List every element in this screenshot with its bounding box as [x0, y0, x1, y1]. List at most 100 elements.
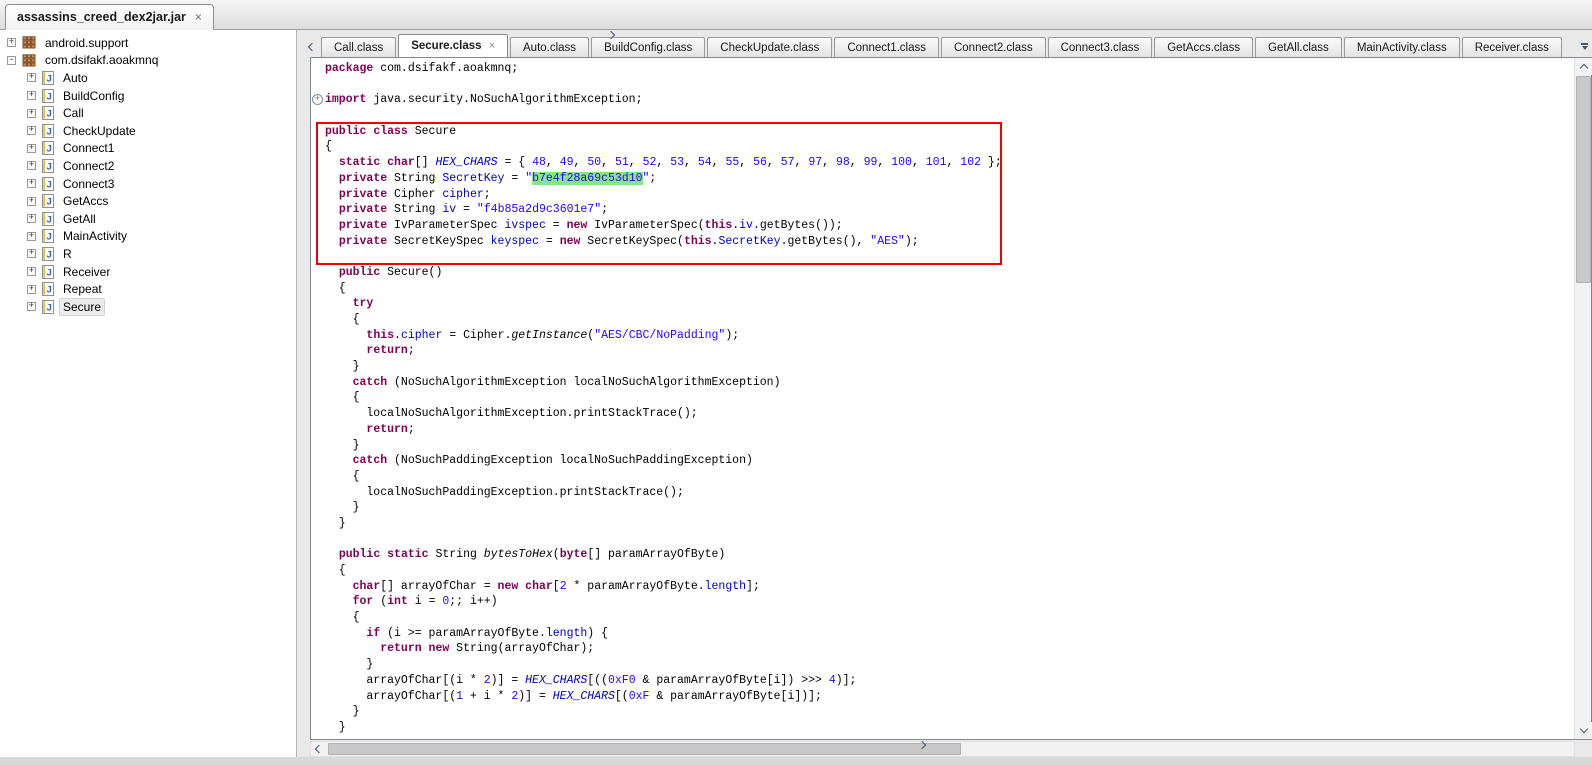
tab-list-button[interactable] [1577, 37, 1592, 56]
tree-item-call[interactable]: + J Call [0, 104, 296, 122]
tab-checkupdate-class[interactable]: CheckUpdate.class [707, 37, 832, 57]
tab-list-icon [1581, 43, 1588, 50]
expand-icon[interactable]: + [27, 144, 36, 153]
svg-text:J: J [47, 302, 52, 313]
svg-text:J: J [47, 249, 52, 260]
code-line: public static String bytesToHex(byte[] p… [325, 547, 1574, 563]
expand-icon[interactable]: + [27, 179, 36, 188]
jar-tab[interactable]: assassins_creed_dex2jar.jar × [5, 4, 214, 30]
expand-icon[interactable]: + [27, 267, 36, 276]
tab-mainactivity-class[interactable]: MainActivity.class [1344, 37, 1460, 57]
expand-import-icon[interactable]: + [312, 94, 323, 105]
code-editor: + package com.dsifakf.aoakmnq;import jav… [310, 57, 1592, 740]
java-class-icon: J [42, 300, 54, 314]
code-line: private Cipher cipher; [325, 187, 1574, 203]
expand-icon[interactable]: + [27, 302, 36, 311]
tree-item-auto[interactable]: + J Auto [0, 69, 296, 87]
tree-item-receiver[interactable]: +JReceiver [0, 263, 296, 281]
code-line: private String iv = "f4b85a2d9c3601e7"; [325, 202, 1574, 218]
tree-item-repeat[interactable]: + J Repeat [0, 280, 296, 298]
tree-item-label: Receiver [59, 263, 114, 281]
horizontal-scrollbar-thumb[interactable] [328, 743, 961, 755]
tree-item-label: MainActivity [59, 227, 131, 245]
java-class-icon: J [42, 71, 54, 85]
expand-icon[interactable]: + [27, 232, 36, 241]
tree-item-getall[interactable]: +JGetAll [0, 210, 296, 228]
vertical-scrollbar-thumb[interactable] [1576, 76, 1591, 283]
tree-item-com-dsifakf-aoakmnq[interactable]: -com.dsifakf.aoakmnq [0, 52, 296, 70]
horizontal-scrollbar[interactable] [310, 741, 1575, 757]
expand-icon[interactable]: + [27, 126, 36, 135]
scroll-down-button[interactable] [1575, 722, 1592, 739]
tab-buildconfig-class[interactable]: BuildConfig.class [591, 37, 705, 57]
tree-item-buildconfig[interactable]: +JBuildConfig [0, 87, 296, 105]
expand-icon[interactable]: + [27, 161, 36, 170]
tree-item-connect2[interactable]: +JConnect2 [0, 157, 296, 175]
code-line: { [325, 312, 1574, 328]
main-area: +android.support-com.dsifakf.aoakmnq + J Au… [0, 30, 1592, 757]
expand-icon[interactable]: + [27, 73, 36, 82]
tab-label: GetAll.class [1268, 42, 1329, 54]
close-icon[interactable]: × [489, 40, 495, 52]
tree-item-checkupdate[interactable]: +JCheckUpdate [0, 122, 296, 140]
code-line: } [325, 500, 1574, 516]
scroll-right-button[interactable] [615, 742, 631, 756]
expand-icon[interactable]: + [27, 197, 36, 206]
scroll-left-button[interactable] [311, 742, 327, 756]
svg-text:J: J [47, 232, 52, 243]
tree-item-connect1[interactable]: +JConnect1 [0, 140, 296, 158]
tab-secure-class[interactable]: Secure.class × [398, 34, 508, 57]
tab-receiver-class[interactable]: Receiver.class [1462, 37, 1562, 57]
close-icon[interactable]: × [195, 10, 202, 24]
tab-label: Secure.class [411, 40, 481, 52]
code-line: { [325, 281, 1574, 297]
tab-getall-class[interactable]: GetAll.class [1255, 37, 1342, 57]
code-line: catch (NoSuchPaddingException localNoSuc… [325, 453, 1574, 469]
tree-item-connect3[interactable]: +JConnect3 [0, 175, 296, 193]
tab-getaccs-class[interactable]: GetAccs.class [1154, 37, 1253, 57]
code-line: private IvParameterSpec ivspec = new IvP… [325, 218, 1574, 234]
tab-auto-class[interactable]: Auto.class [510, 37, 589, 57]
tree-item-r[interactable]: + JR [0, 245, 296, 263]
expand-icon[interactable]: + [27, 249, 36, 258]
class-tab-bar: Call.class Secure.class × Auto.classBuildCo… [304, 32, 1592, 57]
code-line [325, 77, 1574, 93]
expand-icon[interactable]: + [27, 285, 36, 294]
chevron-left-icon [315, 745, 323, 753]
tree-item-secure[interactable]: +JSecure [0, 298, 296, 316]
tab-connect3-class[interactable]: Connect3.class [1048, 37, 1153, 57]
expand-icon[interactable]: + [27, 91, 36, 100]
tree-item-label: R [59, 245, 76, 263]
tab-label: Connect3.class [1061, 42, 1140, 54]
code-line: this.cipher = Cipher.getInstance("AES/CB… [325, 328, 1574, 344]
tree-item-label: Connect1 [59, 139, 118, 157]
tab-scroll-left-button[interactable] [304, 37, 319, 56]
jd-gui-window: assassins_creed_dex2jar.jar × +android.s… [0, 0, 1592, 765]
tree-item-mainactivity[interactable]: + J MainActivity [0, 228, 296, 246]
scroll-up-button[interactable] [1575, 58, 1592, 75]
expand-icon[interactable]: + [7, 38, 16, 47]
tab-connect2-class[interactable]: Connect2.class [941, 37, 1046, 57]
code-line: return; [325, 343, 1574, 359]
expand-icon[interactable]: + [27, 109, 36, 118]
expand-icon[interactable]: + [27, 214, 36, 223]
code-line: arrayOfChar[(i * 2)] = HEX_CHARS[((0xF0 … [325, 673, 1574, 689]
tab-scroll-right-button[interactable] [1562, 37, 1577, 56]
code-line: return; [325, 422, 1574, 438]
tree-item-getaccs[interactable]: +JGetAccs [0, 192, 296, 210]
collapse-icon[interactable]: - [7, 56, 16, 65]
vertical-scrollbar[interactable] [1574, 58, 1591, 739]
tree-item-label: Auto [59, 69, 92, 87]
code-line: } [325, 516, 1574, 532]
tree-item-label: Call [59, 104, 88, 122]
svg-text:J: J [47, 109, 52, 120]
java-class-icon: J [42, 282, 54, 296]
tree-item-label: Connect2 [59, 157, 118, 175]
svg-text:J: J [47, 91, 52, 102]
code-line: return new String(arrayOfChar); [325, 641, 1574, 657]
tab-connect1-class[interactable]: Connect1.class [834, 37, 939, 57]
tree-item-android-support[interactable]: +android.support [0, 34, 296, 52]
tab-call-class[interactable]: Call.class [321, 37, 396, 57]
code-line: { [325, 139, 1574, 155]
tree-item-label: Repeat [59, 280, 106, 298]
